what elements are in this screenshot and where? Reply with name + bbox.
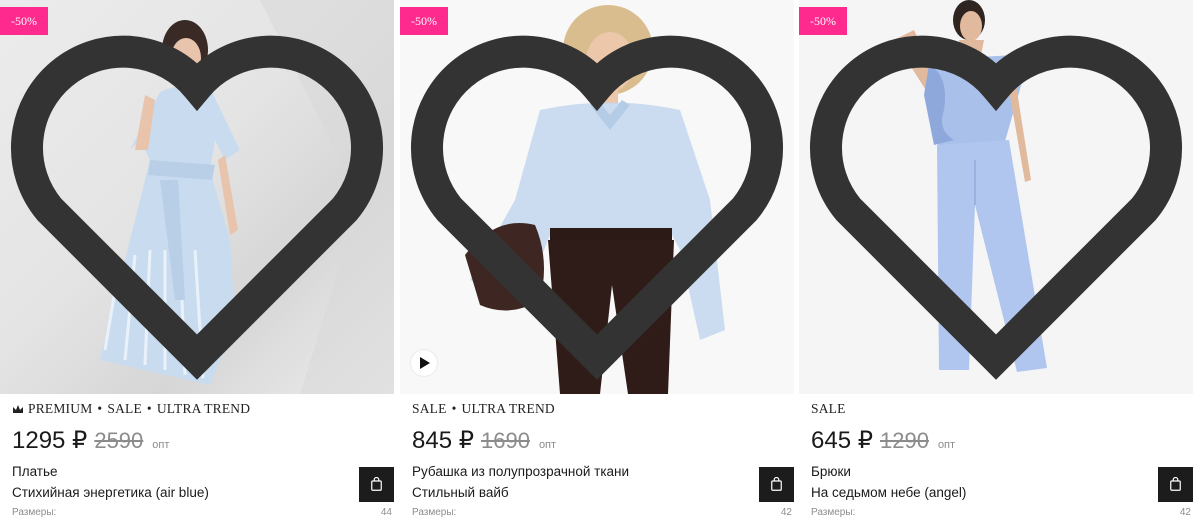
product-photo[interactable]: -50% [400, 0, 794, 394]
shopping-bag-icon [1170, 477, 1181, 491]
tag-label: SALE [107, 401, 142, 416]
product-name[interactable]: Брюки [811, 464, 851, 479]
sizes-label: Размеры: [12, 507, 57, 518]
product-tags: SALE • ULTRA TREND [412, 401, 555, 417]
heart-outline-icon[interactable] [0, 0, 394, 394]
sizes-count: 42 [780, 507, 792, 518]
shopping-bag-icon [371, 477, 382, 491]
product-collection[interactable]: Стихийная энергетика (air blue) [12, 485, 209, 500]
sizes-label: Размеры: [811, 507, 856, 518]
product-collection[interactable]: На седьмом небе (angel) [811, 485, 966, 500]
current-price: 645 ₽ [811, 427, 873, 454]
product-name[interactable]: Платье [12, 464, 58, 479]
old-price: 1690 [480, 428, 530, 453]
crown-icon [13, 405, 23, 413]
price-block: 1295 ₽ 2590 опт [12, 426, 169, 455]
tag-separator: • [451, 401, 457, 416]
product-photo[interactable]: -50% [799, 0, 1193, 394]
price-note: опт [937, 439, 956, 451]
product-card[interactable]: -50% SALE 645 ₽ 1290 опт Брюки На седьмо… [799, 0, 1193, 526]
product-collection[interactable]: Стильный вайб [412, 485, 509, 500]
sizes-row: Размеры: 42 [412, 507, 794, 518]
play-video-button[interactable] [411, 350, 437, 376]
product-tags: PREMIUM • SALE • ULTRA TREND [12, 401, 250, 417]
tag-label: SALE [412, 401, 447, 416]
add-to-cart-button[interactable] [1158, 467, 1193, 502]
price-block: 845 ₽ 1690 опт [412, 426, 556, 455]
heart-outline-icon[interactable] [799, 0, 1193, 394]
tag-separator: • [146, 401, 152, 416]
add-to-cart-button[interactable] [359, 467, 394, 502]
product-tags: SALE [811, 401, 846, 417]
price-note: опт [538, 439, 557, 451]
current-price: 845 ₽ [412, 427, 474, 454]
play-icon [420, 357, 430, 369]
old-price: 1290 [879, 428, 929, 453]
sizes-label: Размеры: [412, 507, 457, 518]
tag-label: ULTRA TREND [156, 401, 251, 416]
tag-label: ULTRA TREND [461, 401, 555, 416]
heart-outline-icon[interactable] [400, 0, 794, 394]
sizes-row: Размеры: 42 [811, 507, 1193, 518]
sizes-count: 44 [380, 507, 392, 518]
product-photo[interactable]: -50% [0, 0, 394, 394]
old-price: 2590 [94, 428, 144, 453]
product-name[interactable]: Рубашка из полупрозрачной ткани [412, 464, 629, 479]
product-card[interactable]: -50% PREMIUM • SALE • ULTRA TREND 1295 ₽… [0, 0, 394, 526]
product-grid: -50% PREMIUM • SALE • ULTRA TREND 1295 ₽… [0, 0, 1200, 526]
current-price: 1295 ₽ [12, 427, 88, 454]
tag-label: PREMIUM [28, 401, 93, 416]
sizes-row: Размеры: 44 [12, 507, 394, 518]
tag-separator: • [97, 401, 103, 416]
shopping-bag-icon [771, 477, 782, 491]
price-note: опт [152, 439, 170, 451]
tag-label: SALE [811, 401, 846, 416]
sizes-count: 42 [1179, 507, 1191, 518]
product-card[interactable]: -50% SALE • ULTRA TREND 845 ₽ 1690 опт Р… [400, 0, 794, 526]
price-block: 645 ₽ 1290 опт [811, 426, 955, 455]
add-to-cart-button[interactable] [759, 467, 794, 502]
